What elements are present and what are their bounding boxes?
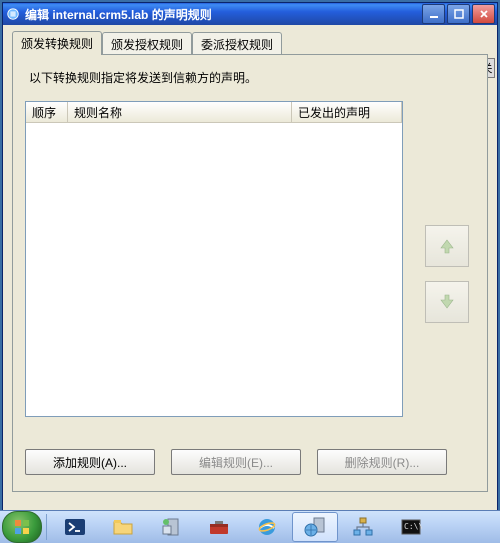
tab-strip: 颁发转换规则 颁发授权规则 委派授权规则 [12,32,494,54]
folder-icon [112,516,134,538]
move-up-button[interactable] [425,225,469,267]
minimize-button[interactable] [422,4,445,24]
tab-transform-rules[interactable]: 颁发转换规则 [12,31,102,55]
powershell-icon [64,516,86,538]
toolbox-icon [208,516,230,538]
panel-description: 以下转换规则指定将发送到信赖方的声明。 [29,69,475,86]
move-down-button[interactable] [425,281,469,323]
reorder-controls [425,225,469,323]
close-button[interactable] [472,4,495,24]
column-name[interactable]: 规则名称 [68,102,292,122]
taskbar-item-cmd[interactable]: C:\\_ [388,512,434,542]
maximize-button[interactable] [447,4,470,24]
dialog-window: 编辑 internal.crm5.lab 的声明规则 颁发转换规则 颁发授权规则… [2,2,498,512]
start-icon [13,518,31,536]
listview-body[interactable] [26,123,402,417]
rules-list-container: 顺序 规则名称 已发出的声明 [25,101,403,417]
button-row: 添加规则(A)... 编辑规则(E)... 删除规则(R)... [25,449,447,475]
column-label: 规则名称 [74,106,122,120]
tab-panel: 以下转换规则指定将发送到信赖方的声明。 顺序 规则名称 已发出的声明 [12,54,488,492]
column-order[interactable]: 顺序 [26,102,68,122]
ie-icon [256,516,278,538]
taskbar-item-server-manager[interactable] [148,512,194,542]
rules-listview[interactable]: 顺序 规则名称 已发出的声明 [25,101,403,417]
taskbar-separator [46,514,47,540]
svg-text:C:\\_: C:\\_ [404,522,422,531]
adfs-icon [304,516,326,538]
cmd-icon: C:\\_ [400,516,422,538]
taskbar-item-adfs[interactable] [292,512,338,542]
taskbar-item-explorer[interactable] [100,512,146,542]
button-label: 删除规则(R)... [345,454,420,471]
app-icon [5,6,21,22]
button-label: 添加规则(A)... [53,454,127,471]
taskbar[interactable]: C:\\_ [0,510,500,543]
taskbar-item-toolbox[interactable] [196,512,242,542]
window-title: 编辑 internal.crm5.lab 的声明规则 [25,6,422,23]
tab-authz-rules[interactable]: 颁发授权规则 [102,32,192,56]
tab-label: 委派授权规则 [201,38,273,52]
add-rule-button[interactable]: 添加规则(A)... [25,449,155,475]
arrow-down-icon [438,293,456,311]
listview-header: 顺序 规则名称 已发出的声明 [26,102,402,123]
column-label: 已发出的声明 [298,106,370,120]
taskbar-item-ie[interactable] [244,512,290,542]
column-issued[interactable]: 已发出的声明 [292,102,402,122]
taskbar-item-network[interactable] [340,512,386,542]
client-area: 颁发转换规则 颁发授权规则 委派授权规则 关 以下转换规则指定将发送到信赖方的声… [6,26,494,508]
arrow-up-icon [438,237,456,255]
button-label: 编辑规则(E)... [199,454,273,471]
taskbar-item-powershell[interactable] [52,512,98,542]
tab-label: 颁发授权规则 [111,38,183,52]
server-manager-icon [160,516,182,538]
titlebar[interactable]: 编辑 internal.crm5.lab 的声明规则 [3,3,497,25]
edit-rule-button[interactable]: 编辑规则(E)... [171,449,301,475]
network-icon [352,516,374,538]
tab-delegation-rules[interactable]: 委派授权规则 [192,32,282,56]
tab-label: 颁发转换规则 [21,37,93,51]
desktop: 编辑 internal.crm5.lab 的声明规则 颁发转换规则 颁发授权规则… [0,0,500,543]
column-label: 顺序 [32,106,56,120]
start-button[interactable] [2,511,42,543]
window-controls [422,4,495,24]
delete-rule-button[interactable]: 删除规则(R)... [317,449,447,475]
